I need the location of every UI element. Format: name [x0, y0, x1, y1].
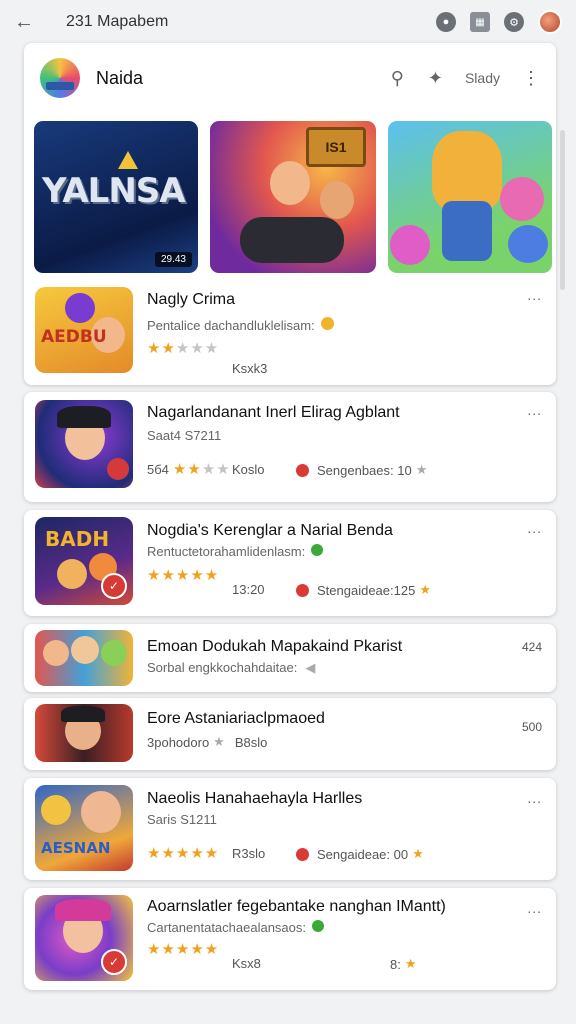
- scrollbar[interactable]: [560, 130, 565, 290]
- item-count: 424: [521, 640, 542, 654]
- item-title: Aoarnslatler fegebantake nanghan IMantt): [147, 898, 446, 915]
- rating: 5б4 ★★★★: [147, 461, 231, 478]
- item-title: Nagarlandanant Inerl Elirag Agblant: [147, 404, 400, 421]
- more-icon[interactable]: ...: [527, 287, 542, 303]
- list-item[interactable]: AEDBU Nagly Crima Pentalice dachandlukle…: [24, 279, 556, 385]
- list-item[interactable]: Eore Astaniariaclpmaoed 3pohodoro ★ B8slo …: [24, 698, 556, 770]
- download-count: 13:20: [232, 582, 265, 597]
- character-icon: [270, 161, 310, 205]
- item-count: 500: [521, 720, 542, 734]
- list-item[interactable]: AESNAN Naeolis Hanahaehayla Harlles Sari…: [24, 778, 556, 880]
- emoji-icon: [320, 317, 334, 330]
- status-icon: [312, 920, 325, 932]
- app-thumbnail: AESNAN: [35, 785, 133, 871]
- more-options-icon[interactable]: ⋮: [522, 68, 540, 89]
- item-title: Eore Astaniariaclpmaoed: [147, 710, 325, 727]
- item-subtitle: Pentalice dachandluklelisam:: [147, 317, 334, 333]
- app-logo: [40, 58, 80, 98]
- banner-carousel: YALNSA 29.43 IS1: [34, 121, 552, 273]
- rating: ★★★★★: [147, 941, 220, 958]
- download-count: Ksx8: [232, 956, 261, 971]
- item-subtitle: Rentuctetorahamlidenlasm:: [147, 544, 324, 559]
- alert-icon: [296, 583, 309, 597]
- gear-icon[interactable]: ⚙: [504, 12, 524, 32]
- check-icon: ✓: [101, 573, 127, 599]
- security-status: 8: ★: [390, 956, 417, 972]
- item-title: Nogdia's Kerenglar a Narial Benda: [147, 522, 393, 539]
- security-status: Stengaideae:125 ★: [296, 582, 431, 598]
- item-subtitle: 3pohodoro ★ B8slo: [147, 734, 268, 750]
- app-header: Naida ⚲ ✦ Slady ⋮: [24, 43, 556, 113]
- item-subtitle: Saris S1211: [147, 812, 217, 827]
- moon-icon[interactable]: ●: [436, 12, 456, 32]
- top-bar: ← 231 Mapabem ● ▦ ⚙: [0, 0, 576, 44]
- banner-2-plaque: IS1: [306, 127, 366, 167]
- more-icon[interactable]: ...: [527, 900, 542, 916]
- pin-icon[interactable]: ✦: [428, 68, 443, 89]
- character-icon: [320, 181, 354, 219]
- more-icon[interactable]: ...: [527, 790, 542, 806]
- item-title: Emoan Dodukah Mapakaind Pkarist: [147, 638, 403, 655]
- alert-icon: [296, 847, 309, 861]
- banner-2[interactable]: IS1: [210, 121, 376, 273]
- app-thumbnail: [35, 630, 133, 686]
- download-count: Ksxk3: [232, 361, 268, 376]
- top-icons: ● ▦ ⚙: [436, 10, 562, 34]
- page-title: 231 Mapabem: [66, 13, 169, 30]
- grid-icon[interactable]: ▦: [470, 12, 490, 32]
- crown-icon: [118, 151, 138, 169]
- alert-icon: [296, 463, 309, 477]
- app-thumbnail: AEDBU: [35, 287, 133, 373]
- character-icon: [442, 201, 492, 261]
- download-count: Koslo: [232, 462, 265, 477]
- list-item[interactable]: Nagarlandanant Inerl Elirag Agblant Saat…: [24, 392, 556, 502]
- gamepad-icon: [240, 217, 344, 263]
- download-count: R3slo: [232, 846, 266, 861]
- check-icon: ✓: [101, 949, 127, 975]
- rating: ★★★★★: [147, 845, 220, 862]
- app-title: Naida: [96, 67, 144, 88]
- more-icon[interactable]: ...: [527, 520, 542, 536]
- item-subtitle: Sorbal engkkochahdaitae: ◀: [147, 660, 316, 675]
- list-item[interactable]: ✓ Aoarnslatler fegebantake nanghan IMant…: [24, 888, 556, 990]
- security-status: Sengaideae: 00 ★: [296, 846, 424, 862]
- banner-3[interactable]: [388, 121, 552, 273]
- item-subtitle: Saat4 S7211: [147, 428, 222, 443]
- more-icon[interactable]: ...: [527, 402, 542, 418]
- monster-icon: [500, 177, 544, 221]
- app-thumbnail: ✓: [35, 895, 133, 981]
- app-thumbnail: [35, 704, 133, 762]
- featured-card: Naida ⚲ ✦ Slady ⋮ YALNSA 29.43 IS1 AEDBU…: [24, 43, 556, 385]
- header-action[interactable]: Slady: [465, 70, 500, 86]
- security-status: Sengenbaes: 10 ★: [296, 462, 427, 478]
- rating: ★★★★★: [147, 340, 220, 357]
- app-thumbnail: [35, 400, 133, 488]
- list-item[interactable]: Emoan Dodukah Mapakaind Pkarist Sorbal e…: [24, 624, 556, 692]
- item-title: Naeolis Hanahaehayla Harlles: [147, 790, 363, 807]
- character-icon: [432, 131, 502, 211]
- monster-icon: [508, 225, 548, 263]
- banner-1-tag: 29.43: [154, 252, 192, 267]
- monster-icon: [390, 225, 430, 265]
- banner-1[interactable]: YALNSA 29.43: [34, 121, 198, 273]
- item-subtitle: Cartanentatachaealansaos:: [147, 920, 325, 935]
- app-thumbnail: BADH ✓: [35, 517, 133, 605]
- rating: ★★★★★: [147, 567, 220, 584]
- list-item[interactable]: BADH ✓ Nogdia's Kerenglar a Narial Benda…: [24, 510, 556, 616]
- banner-1-text: YALNSA: [42, 171, 186, 211]
- status-icon: [311, 544, 324, 556]
- arrow-left-icon[interactable]: ←: [14, 11, 44, 34]
- avatar[interactable]: [538, 10, 562, 34]
- item-title: Nagly Crima: [147, 291, 236, 308]
- search-icon[interactable]: ⚲: [391, 68, 404, 89]
